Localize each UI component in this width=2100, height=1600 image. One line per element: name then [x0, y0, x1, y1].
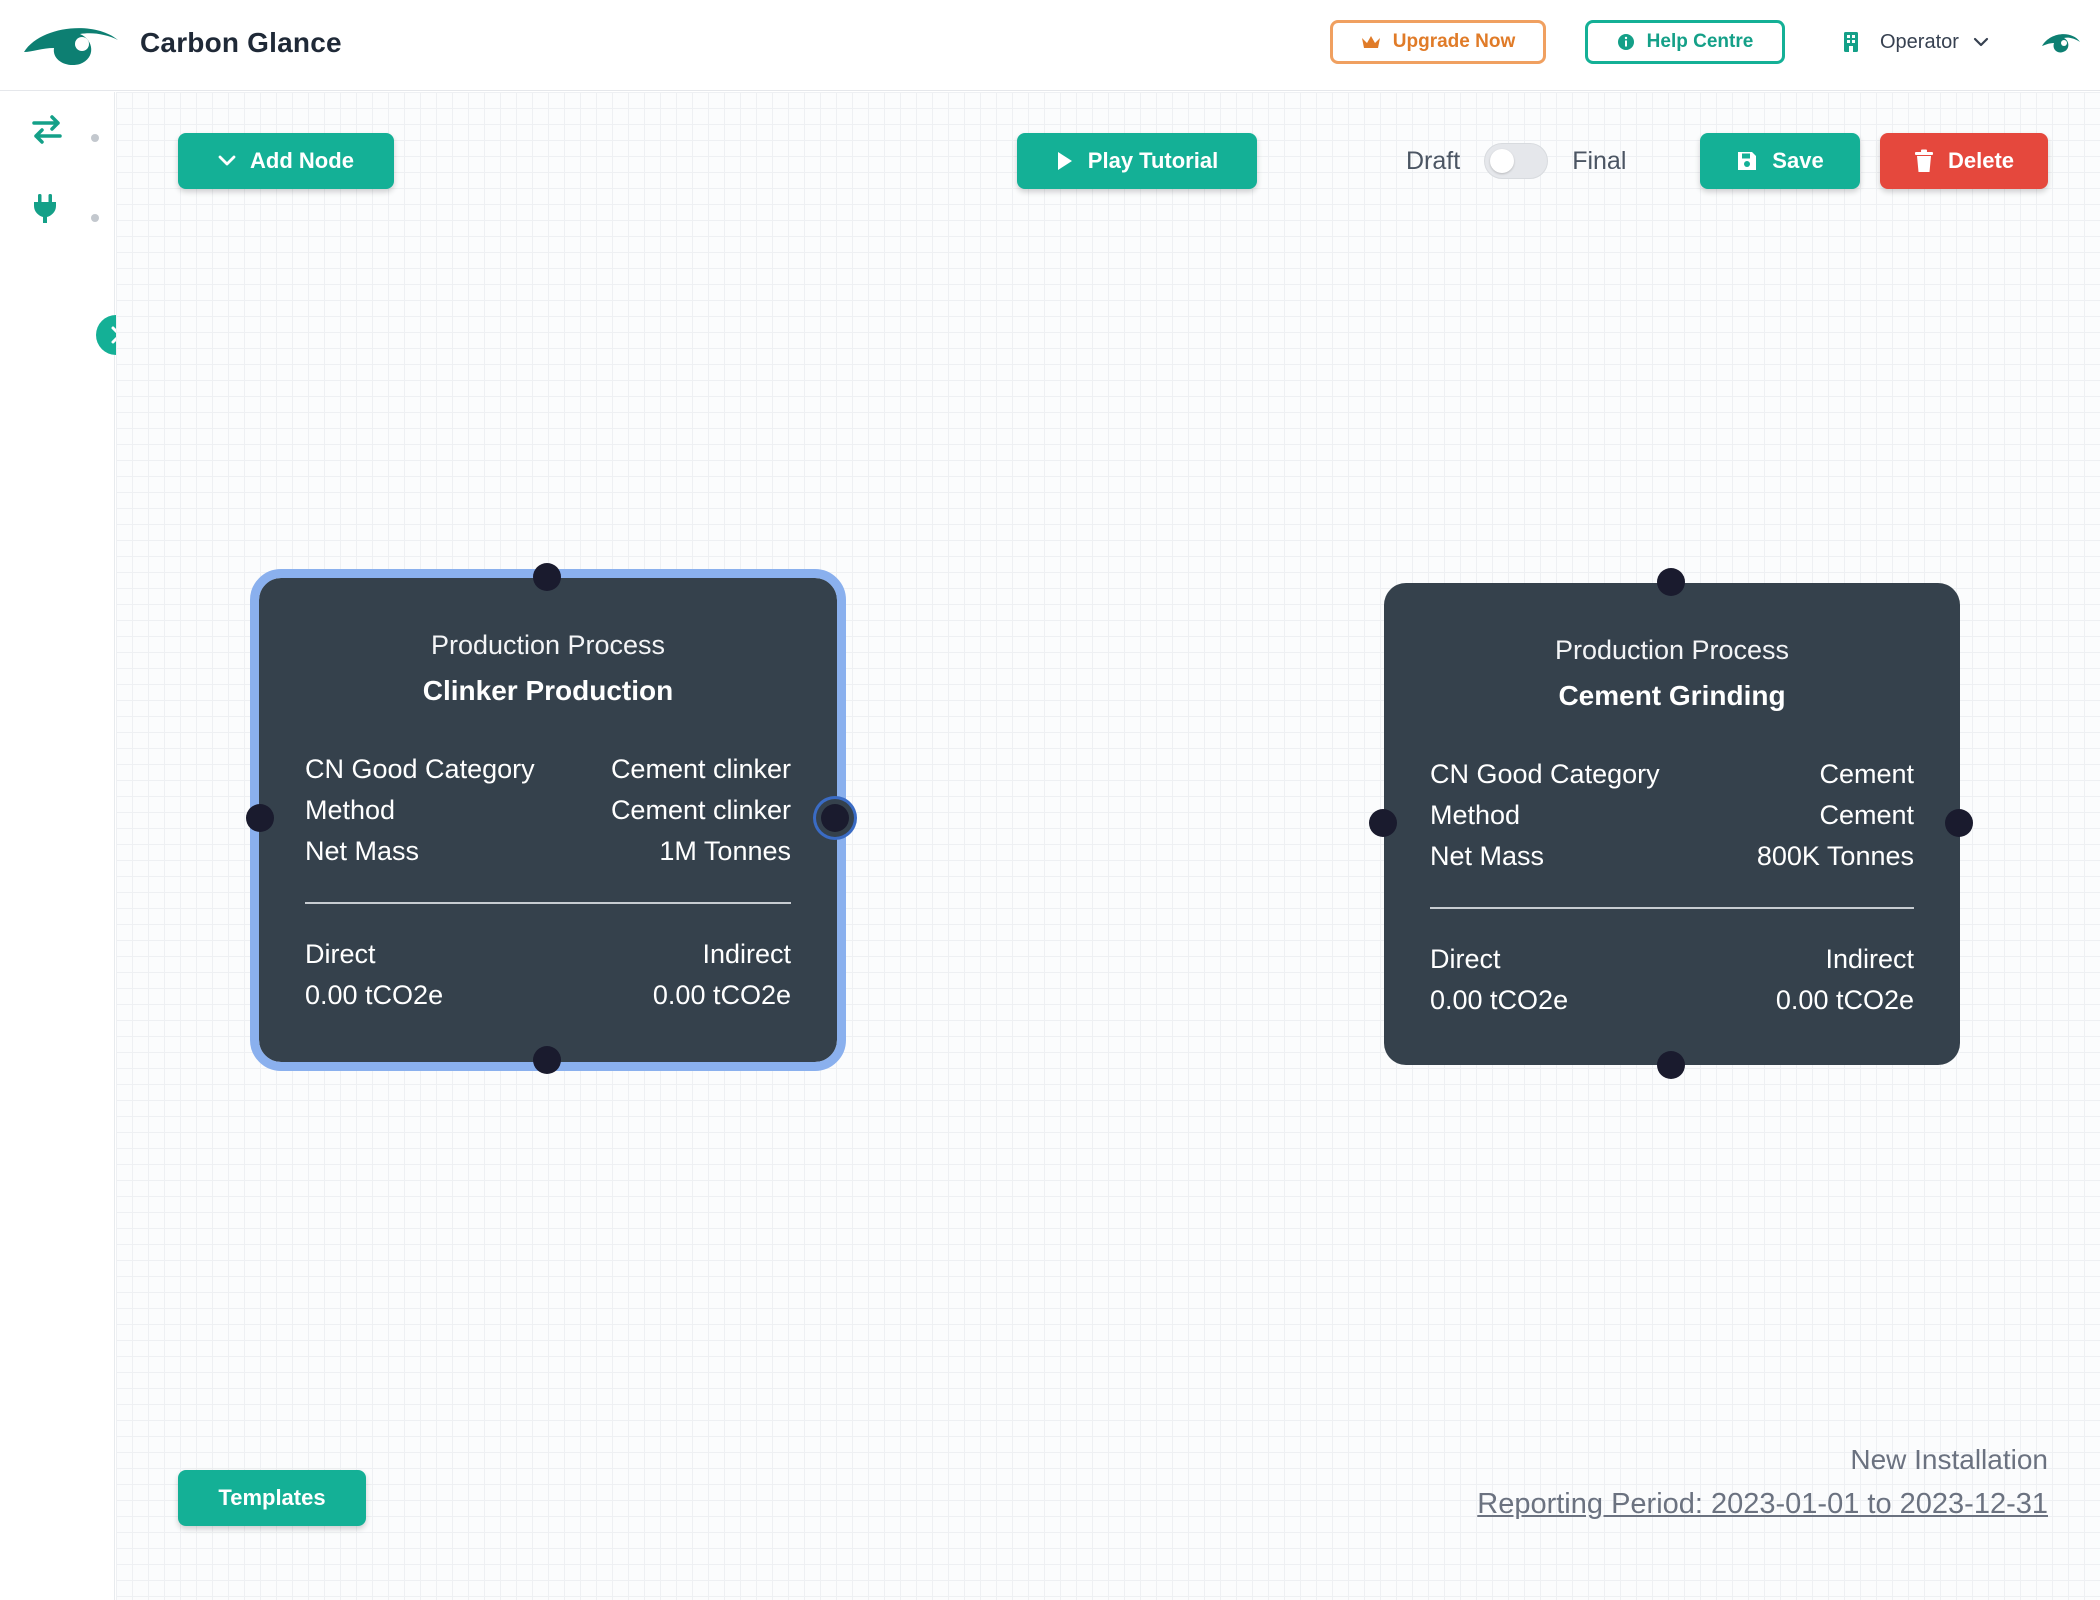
row-label: Net Mass: [1430, 841, 1545, 871]
draft-final-toggle: Draft Final: [1406, 143, 1626, 179]
node-handle-right[interactable]: [821, 804, 849, 832]
node-handle-left[interactable]: [1369, 809, 1397, 837]
direct-value: 0.00 tCO2e: [1430, 985, 1569, 1015]
emissions-labels: Direct Indirect: [1430, 939, 1914, 980]
row-value: Cement: [1819, 800, 1914, 830]
upgrade-now-button[interactable]: Upgrade Now: [1330, 20, 1546, 64]
node-handle-left[interactable]: [246, 804, 274, 832]
node-properties: CN Good Category Cement Method Cement Ne…: [1430, 754, 1914, 877]
indirect-value: 0.00 tCO2e: [1775, 985, 1914, 1015]
installation-name: New Installation: [1850, 1444, 2048, 1475]
node-type: Production Process: [1554, 635, 1790, 665]
sidebar-indicator-dot: [91, 214, 99, 222]
row-value: Cement clinker: [610, 795, 791, 825]
row-value: Cement clinker: [610, 754, 791, 784]
node-header: Production Process Cement Grinding: [1430, 583, 1914, 712]
node-row: Method Cement clinker: [305, 790, 791, 831]
role-selector[interactable]: Operator: [1840, 30, 1989, 54]
node-name: Clinker Production: [422, 675, 674, 706]
help-centre-button[interactable]: Help Centre: [1585, 20, 1785, 64]
final-label: Final: [1572, 146, 1627, 175]
switch-knob: [1490, 149, 1515, 173]
crown-icon: [1361, 36, 1380, 48]
play-tutorial-button[interactable]: Play Tutorial: [1017, 133, 1257, 189]
node-name: Cement Grinding: [1558, 680, 1786, 711]
node-type: Production Process: [430, 630, 666, 660]
node-header: Production Process Clinker Production: [305, 578, 791, 707]
node-row: Net Mass 1M Tonnes: [305, 831, 791, 872]
top-bar: Carbon Glance Upgrade Now Help Centre Op…: [0, 0, 2100, 91]
info-icon: [1617, 34, 1634, 50]
delete-label: Delete: [1947, 148, 2015, 173]
node-row: Net Mass 800K Tonnes: [1430, 836, 1914, 877]
building-icon: [1844, 32, 1858, 52]
emissions-labels: Direct Indirect: [305, 934, 791, 975]
row-value: 800K Tonnes: [1756, 841, 1914, 871]
help-centre-label: Help Centre: [1646, 31, 1754, 52]
sidebar: [0, 92, 115, 1600]
role-label: Operator: [1880, 30, 1959, 53]
add-node-button[interactable]: Add Node: [178, 133, 394, 189]
node-row: CN Good Category Cement: [1430, 754, 1914, 795]
indirect-label: Indirect: [1825, 944, 1914, 974]
node-divider: [305, 902, 791, 904]
row-label: Method: [305, 795, 396, 825]
node-handle-top[interactable]: [1657, 568, 1685, 596]
view-toggle-button[interactable]: [2040, 28, 2082, 58]
play-tutorial-label: Play Tutorial: [1087, 148, 1219, 173]
row-label: Method: [1430, 800, 1521, 830]
sidebar-indicator-dot: [91, 134, 99, 142]
row-label: CN Good Category: [305, 754, 535, 784]
node-row: CN Good Category Cement clinker: [305, 749, 791, 790]
indirect-label: Indirect: [702, 939, 791, 969]
floppy-disk-icon: [1738, 152, 1757, 170]
node-divider: [1430, 907, 1914, 909]
chevron-down-icon: [1973, 37, 1989, 47]
direct-label: Direct: [305, 939, 376, 969]
upgrade-now-label: Upgrade Now: [1392, 31, 1516, 52]
sidebar-item-flows[interactable]: [30, 112, 66, 148]
row-value: Cement: [1819, 759, 1914, 789]
eye-logo-icon: [24, 28, 118, 66]
emissions-values: 0.00 tCO2e 0.00 tCO2e: [1430, 980, 1914, 1021]
chevron-down-icon: [218, 155, 236, 166]
plug-icon: [34, 194, 56, 223]
trash-icon: [1914, 149, 1933, 172]
process-node[interactable]: Production Process Cement Grinding CN Go…: [1384, 583, 1960, 1065]
node-handle-right[interactable]: [1945, 809, 1973, 837]
status-switch[interactable]: [1484, 143, 1549, 179]
row-label: CN Good Category: [1430, 759, 1660, 789]
add-node-label: Add Node: [250, 148, 354, 173]
play-icon: [1057, 152, 1072, 170]
draft-label: Draft: [1406, 146, 1461, 175]
save-label: Save: [1772, 148, 1824, 173]
templates-button[interactable]: Templates: [178, 1470, 366, 1526]
direct-value: 0.00 tCO2e: [305, 980, 444, 1010]
process-node[interactable]: Production Process Clinker Production CN…: [250, 569, 846, 1071]
transfer-arrows-icon: [32, 115, 62, 144]
row-value: 1M Tonnes: [659, 836, 791, 866]
direct-label: Direct: [1430, 944, 1501, 974]
node-handle-top[interactable]: [533, 563, 561, 591]
reporting-period-link[interactable]: Reporting Period: 2023-01-01 to 2023-12-…: [1477, 1488, 2048, 1521]
delete-button[interactable]: Delete: [1880, 133, 2048, 189]
row-label: Net Mass: [305, 836, 420, 866]
save-button[interactable]: Save: [1700, 133, 1860, 189]
node-row: Method Cement: [1430, 795, 1914, 836]
node-handle-bottom[interactable]: [533, 1046, 561, 1074]
eye-icon: [2042, 34, 2080, 53]
sidebar-item-plug[interactable]: [30, 192, 66, 228]
node-properties: CN Good Category Cement clinker Method C…: [305, 749, 791, 872]
templates-label: Templates: [218, 1485, 326, 1510]
node-handle-bottom[interactable]: [1657, 1051, 1685, 1079]
emissions-values: 0.00 tCO2e 0.00 tCO2e: [305, 975, 791, 1016]
indirect-value: 0.00 tCO2e: [652, 980, 791, 1010]
app-name: Carbon Glance: [140, 27, 342, 58]
brand[interactable]: Carbon Glance: [22, 18, 342, 68]
